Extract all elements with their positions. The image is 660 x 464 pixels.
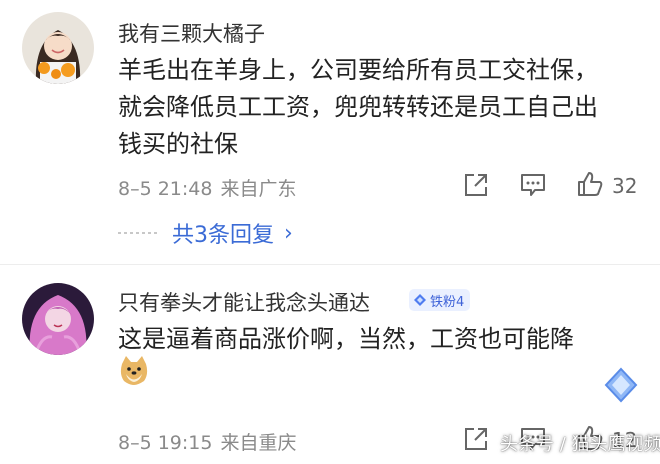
doge-emoji-icon	[118, 354, 150, 390]
comment-divider	[0, 264, 660, 265]
timestamp: 8–5 21:48	[118, 178, 213, 200]
comment-line: 羊毛出在羊身上，公司要给所有员工交社保，	[118, 56, 598, 84]
location: 来自广东	[220, 178, 297, 200]
replies-label: 共3条回复	[172, 223, 274, 248]
location: 来自重庆	[220, 432, 297, 454]
diamond-icon	[413, 293, 427, 307]
like-count: 32	[612, 174, 638, 198]
share-icon[interactable]	[463, 426, 489, 456]
watermark: 头条号 / 猫头鹰视频	[500, 434, 660, 455]
girl-with-oranges-avatar-icon	[22, 12, 94, 84]
username[interactable]: 我有三颗大橘子	[118, 18, 265, 48]
fan-badge-label: 铁粉4	[430, 294, 465, 310]
fan-badge: 铁粉4	[409, 289, 471, 311]
chevron-right-icon: ›	[284, 220, 293, 246]
avatar[interactable]	[22, 12, 94, 84]
comment-body: 羊毛出在羊身上，公司要给所有员工交社保， 就会降低员工工资，兜兜转转还是员工自己…	[118, 52, 598, 163]
share-icon[interactable]	[463, 172, 489, 202]
comment-meta: 8–5 21:48 来自广东	[118, 174, 297, 201]
comment-line: 就会降低员工工资，兜兜转转还是员工自己出	[118, 93, 598, 121]
username[interactable]: 只有拳头才能让我念头通达	[118, 287, 370, 317]
comment-line: 这是逼着商品涨价啊，当然，工资也可能降	[118, 325, 574, 353]
avatar[interactable]	[22, 283, 94, 355]
comment-body: 这是逼着商品涨价啊，当然，工资也可能降	[118, 321, 574, 358]
like-icon[interactable]	[576, 170, 604, 202]
replies-dots	[118, 232, 158, 234]
timestamp: 8–5 19:15	[118, 432, 213, 454]
comment-line: 钱买的社保	[118, 130, 238, 158]
comment-icon[interactable]	[519, 172, 547, 202]
view-replies-button[interactable]: 共3条回复 ›	[118, 218, 293, 248]
comment-meta: 8–5 19:15 来自重庆	[118, 428, 297, 455]
pink-hair-avatar-icon	[22, 283, 94, 355]
float-diamond-button[interactable]	[596, 360, 646, 414]
